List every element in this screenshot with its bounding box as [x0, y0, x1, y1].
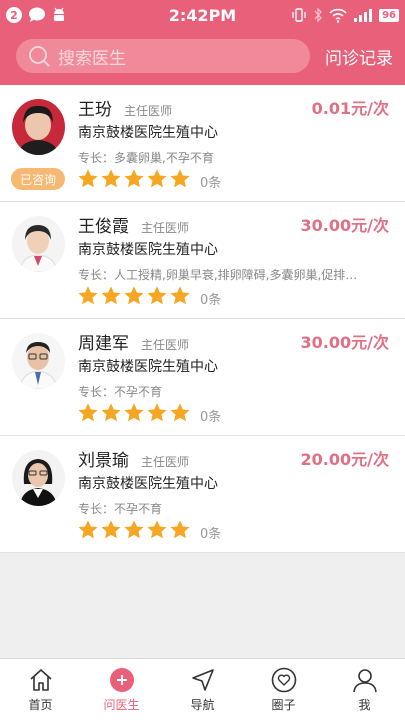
status-bar: 2 2:42PM 96	[0, 0, 405, 30]
tab-circle[interactable]: 圈子	[243, 659, 324, 720]
star-icon	[101, 520, 121, 539]
doctor-hospital: 南京鼓楼医院生殖中心	[78, 125, 218, 141]
doctor-list-item[interactable]: 刘景瑜 主任医师 20.00元/次 南京鼓楼医院生殖中心 专长：不孕不育 0条	[0, 436, 405, 553]
doctor-name: 周建军	[78, 334, 129, 354]
review-count: 0条	[200, 410, 222, 425]
signal-icon	[354, 9, 373, 22]
doctor-avatar	[12, 450, 65, 506]
bluetooth-icon	[314, 7, 322, 23]
battery-level: 96	[379, 8, 399, 22]
doctor-price: 0.01元/次	[311, 99, 389, 118]
star-icon	[124, 169, 144, 188]
star-icon	[147, 286, 167, 305]
circle-heart-icon	[271, 667, 296, 693]
rating-stars	[77, 168, 191, 190]
review-count: 0条	[200, 176, 222, 191]
review-count: 0条	[200, 527, 222, 542]
tab-label: 导航	[190, 698, 215, 712]
doctor-specialty: 专长：多囊卵巢,不孕不育	[78, 151, 214, 165]
doctor-hospital: 南京鼓楼医院生殖中心	[78, 242, 218, 258]
star-icon	[147, 520, 167, 539]
star-icon	[78, 169, 98, 188]
doctor-list-item[interactable]: 周建军 主任医师 30.00元/次 南京鼓楼医院生殖中心 专长：不孕不育 0条	[0, 319, 405, 436]
user-icon	[352, 669, 377, 693]
doctor-title: 主任医师	[141, 338, 190, 352]
star-icon	[124, 403, 144, 422]
star-icon	[170, 403, 190, 422]
star-icon	[101, 286, 121, 305]
doctor-hospital: 南京鼓楼医院生殖中心	[78, 359, 218, 375]
doctor-name: 刘景瑜	[78, 451, 129, 471]
doctor-price: 30.00元/次	[300, 216, 389, 235]
doctor-avatar	[12, 216, 65, 272]
star-icon	[78, 403, 98, 422]
doctor-specialty: 专长：不孕不育	[78, 385, 163, 399]
wifi-icon	[329, 8, 347, 23]
doctor-title: 主任医师	[124, 104, 173, 118]
doctor-name-row: 王俊霞 主任医师	[78, 212, 189, 237]
tab-label: 圈子	[271, 698, 296, 712]
star-icon	[170, 169, 190, 188]
doctor-name-row: 刘景瑜 主任医师	[78, 446, 189, 471]
doctor-name-row: 周建军 主任医师	[78, 329, 189, 354]
star-icon	[101, 169, 121, 188]
star-icon	[170, 520, 190, 539]
star-icon	[78, 520, 98, 539]
star-icon	[170, 286, 190, 305]
doctor-avatar	[12, 333, 65, 389]
star-icon	[124, 286, 144, 305]
tab-label: 问医生	[103, 698, 140, 712]
doctor-list: 已咨询 王玢 主任医师 0.01元/次 南京鼓楼医院生殖中心 专长：多囊卵巢,不孕…	[0, 85, 405, 553]
doctor-specialty: 专长：不孕不育	[78, 502, 163, 516]
doctor-price: 30.00元/次	[300, 333, 389, 352]
rating-stars	[77, 519, 191, 541]
doctor-name: 王俊霞	[78, 217, 129, 237]
doctor-title: 主任医师	[141, 455, 190, 469]
doctor-avatar	[12, 99, 65, 155]
search-icon	[29, 46, 50, 67]
status-indicators: 96	[291, 6, 399, 24]
tab-navigation[interactable]: 导航	[162, 659, 243, 720]
star-icon	[147, 403, 167, 422]
star-icon	[124, 520, 144, 539]
tab-label: 我	[358, 698, 371, 712]
search-placeholder: 搜索医生	[58, 48, 126, 69]
star-icon	[101, 403, 121, 422]
star-icon	[147, 169, 167, 188]
doctor-name: 王玢	[78, 100, 112, 120]
vibrate-icon	[292, 8, 306, 22]
bottom-tab-bar: 首页 问医生 导航 圈子 我	[0, 658, 405, 720]
consult-records-link[interactable]: 问诊记录	[325, 44, 393, 69]
home-icon	[29, 669, 52, 691]
tab-ask-doctor[interactable]: 问医生	[81, 659, 162, 720]
consulted-badge: 已咨询	[11, 168, 65, 190]
tab-label: 首页	[28, 698, 53, 712]
tab-me[interactable]: 我	[324, 659, 405, 720]
doctor-name-row: 王玢 主任医师	[78, 95, 172, 120]
review-count: 0条	[200, 293, 222, 308]
rating-stars	[77, 402, 191, 424]
doctor-price: 20.00元/次	[300, 450, 389, 469]
doctor-list-item[interactable]: 已咨询 王玢 主任医师 0.01元/次 南京鼓楼医院生殖中心 专长：多囊卵巢,不孕…	[0, 85, 405, 202]
rating-stars	[77, 285, 191, 307]
star-icon	[78, 286, 98, 305]
doctor-list-item[interactable]: 王俊霞 主任医师 30.00元/次 南京鼓楼医院生殖中心 专长：人工授精,卵巢早衰…	[0, 202, 405, 319]
doctor-title: 主任医师	[141, 221, 190, 235]
doctor-hospital: 南京鼓楼医院生殖中心	[78, 476, 218, 492]
ask-doctor-icon	[109, 668, 134, 692]
doctor-specialty: 专长：人工授精,卵巢早衰,排卵障碍,多囊卵巢,促排…	[78, 268, 358, 282]
tab-home[interactable]: 首页	[0, 659, 81, 720]
navigation-icon	[191, 669, 214, 691]
app-header: 搜索医生 问诊记录	[0, 30, 405, 85]
search-input[interactable]: 搜索医生	[16, 39, 310, 73]
